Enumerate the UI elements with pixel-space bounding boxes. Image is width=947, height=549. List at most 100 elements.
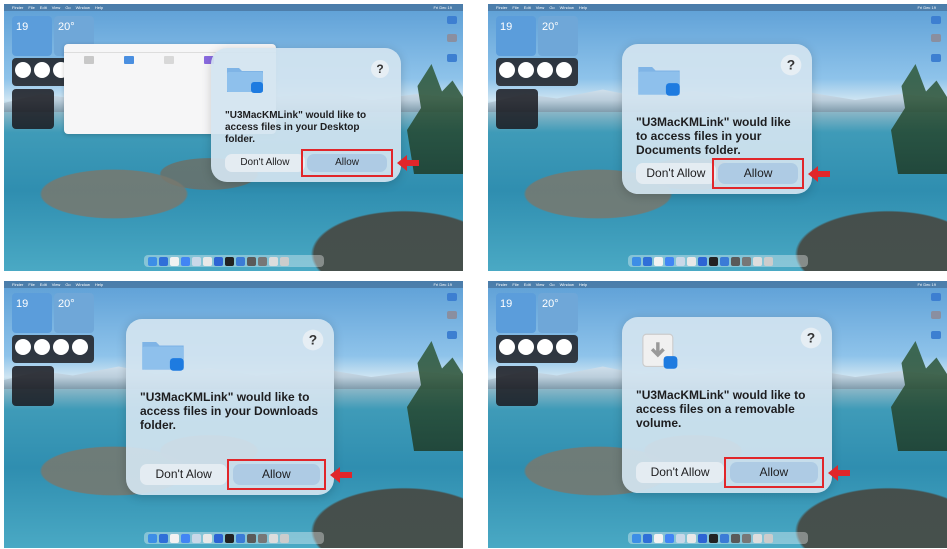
dock-app-icon[interactable] [180,256,190,266]
folder-icon[interactable] [447,331,457,339]
dock-app-icon[interactable] [147,256,157,266]
menu-item[interactable]: Go [65,5,70,10]
menu-item[interactable]: View [536,5,545,10]
help-button[interactable]: ? [800,327,822,349]
menu-item[interactable]: Help [579,282,587,287]
dock-app-icon[interactable] [235,256,245,266]
dock-app-icon[interactable] [642,533,652,543]
menu-item[interactable]: File [512,282,518,287]
dock-app-icon[interactable] [653,533,663,543]
menu-item[interactable]: Window [76,5,90,10]
dock-app-icon[interactable] [257,533,267,543]
dock-app-icon[interactable] [224,533,234,543]
weather-widget[interactable]: 20° [54,293,94,333]
dock-app-icon[interactable] [653,256,663,266]
dock-app-icon[interactable] [730,533,740,543]
stocks-widget[interactable] [12,89,54,129]
help-button[interactable]: ? [780,54,802,76]
dock-app-icon[interactable] [697,533,707,543]
file-icon[interactable] [164,56,174,64]
dock-app-icon[interactable] [169,256,179,266]
menu-item[interactable]: Window [76,282,90,287]
dock-app-icon[interactable] [202,256,212,266]
menu-item[interactable]: File [28,5,34,10]
dock-app-icon[interactable] [147,533,157,543]
dock-app-icon[interactable] [675,533,685,543]
dock-app-icon[interactable] [741,533,751,543]
menu-item[interactable]: Finder [12,5,23,10]
menu-item[interactable]: View [52,282,61,287]
dock-app-icon[interactable] [675,256,685,266]
dont-allow-button[interactable]: Don't Allow [636,462,725,483]
dock-app-icon[interactable] [246,533,256,543]
menu-item[interactable]: Window [560,5,574,10]
weather-widget[interactable]: 20° [538,16,578,56]
dock-app-icon[interactable] [279,256,289,266]
dock-app-icon[interactable] [158,256,168,266]
folder-icon[interactable] [447,54,457,62]
dock-app-icon[interactable] [752,533,762,543]
dock-app-icon[interactable] [268,256,278,266]
calendar-widget[interactable]: 19 [496,16,536,56]
dock-app-icon[interactable] [708,533,718,543]
disk-icon[interactable] [447,311,457,319]
dont-allow-button[interactable]: Don't Allow [636,163,716,184]
dock-app-icon[interactable] [213,533,223,543]
help-button[interactable]: ? [302,329,324,351]
dock-app-icon[interactable] [741,256,751,266]
weather-widget[interactable]: 20° [538,293,578,333]
menu-item[interactable]: File [512,5,518,10]
world-clock-widget[interactable] [496,58,578,86]
dock-app-icon[interactable] [268,533,278,543]
menu-item[interactable]: File [28,282,34,287]
dock-app-icon[interactable] [752,256,762,266]
calendar-widget[interactable]: 19 [12,293,52,333]
menu-item[interactable]: Edit [524,282,531,287]
dock-app-icon[interactable] [191,533,201,543]
menu-item[interactable]: View [52,5,61,10]
menu-item[interactable]: Help [579,5,587,10]
dock-app-icon[interactable] [202,533,212,543]
disk-icon[interactable] [931,311,941,319]
file-icon[interactable] [84,56,94,64]
menu-item[interactable]: Help [95,282,103,287]
stocks-widget[interactable] [496,89,538,129]
dock-app-icon[interactable] [697,256,707,266]
dock-app-icon[interactable] [686,256,696,266]
menu-item[interactable]: Finder [12,282,23,287]
menu-item[interactable]: Go [549,282,554,287]
drive-icon[interactable] [447,16,457,24]
menu-item[interactable]: Edit [40,282,47,287]
dock-app-icon[interactable] [719,533,729,543]
dock-app-icon[interactable] [257,256,267,266]
dock-app-icon[interactable] [169,533,179,543]
dock-app-icon[interactable] [763,256,773,266]
disk-icon[interactable] [447,34,457,42]
dock-app-icon[interactable] [180,533,190,543]
menu-item[interactable]: View [536,282,545,287]
menu-item[interactable]: Finder [496,282,507,287]
dont-allow-button[interactable]: Don't Alow [140,464,228,485]
dock-app-icon[interactable] [642,256,652,266]
folder-icon[interactable] [931,331,941,339]
dock-app-icon[interactable] [719,256,729,266]
menu-item[interactable]: Go [549,5,554,10]
dock-app-icon[interactable] [708,256,718,266]
calendar-widget[interactable]: 19 [12,16,52,56]
menu-item[interactable]: Window [560,282,574,287]
menu-item[interactable]: Go [65,282,70,287]
drive-icon[interactable] [931,293,941,301]
menu-item[interactable]: Help [95,5,103,10]
world-clock-widget[interactable] [12,335,94,363]
help-button[interactable]: ? [371,60,389,78]
world-clock-widget[interactable] [496,335,578,363]
dock-app-icon[interactable] [213,256,223,266]
dock-app-icon[interactable] [158,533,168,543]
dock-app-icon[interactable] [224,256,234,266]
disk-icon[interactable] [931,34,941,42]
folder-icon[interactable] [124,56,134,64]
stocks-widget[interactable] [496,366,538,406]
dock-app-icon[interactable] [235,533,245,543]
folder-icon[interactable] [931,54,941,62]
drive-icon[interactable] [447,293,457,301]
